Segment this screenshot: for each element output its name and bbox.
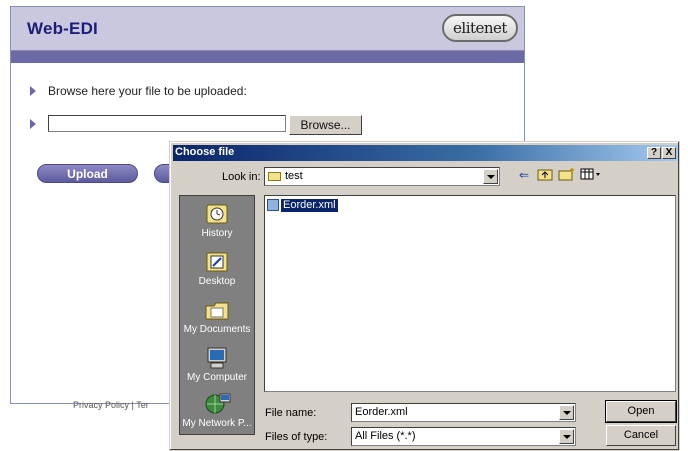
close-button[interactable]: X — [662, 147, 676, 159]
open-button[interactable]: Open — [605, 400, 677, 423]
look-in-dropdown[interactable]: test — [264, 167, 500, 186]
chevron-down-icon[interactable] — [559, 405, 574, 420]
file-name-value: Eorder.xml — [355, 406, 408, 418]
place-history[interactable]: History — [180, 202, 254, 239]
file-list[interactable]: Eorder.xml — [264, 195, 676, 392]
browse-button[interactable]: Browse... — [289, 115, 362, 135]
place-my-computer[interactable]: My Computer — [180, 346, 254, 383]
view-menu-icon[interactable] — [580, 167, 602, 183]
help-button[interactable]: ? — [647, 147, 661, 159]
place-my-documents[interactable]: My Documents — [180, 298, 254, 335]
file-name-label: File name: — [265, 407, 317, 419]
choose-file-dialog: Choose file ? X Look in: test ⇐ History … — [169, 141, 680, 451]
back-arrow-icon[interactable]: ⇐ — [515, 167, 533, 183]
file-type-value: All Files (*.*) — [355, 430, 416, 442]
file-type-label: Files of type: — [265, 431, 328, 443]
bullet-arrow-icon — [30, 119, 36, 129]
list-item[interactable]: Eorder.xml — [267, 198, 338, 212]
places-bar: History Desktop My Documents My Computer… — [179, 195, 255, 435]
dialog-titlebar[interactable]: Choose file ? X — [173, 145, 678, 161]
look-in-label: Look in: — [222, 171, 261, 183]
history-icon — [202, 202, 232, 226]
up-folder-icon[interactable] — [536, 167, 554, 183]
file-item-name: Eorder.xml — [281, 198, 338, 212]
place-label: My Computer — [186, 372, 247, 383]
browse-instruction: Browse here your file to be uploaded: — [48, 84, 247, 98]
dialog-title: Choose file — [175, 146, 235, 158]
my-computer-icon — [202, 346, 232, 370]
page-title: Web-EDI — [27, 19, 98, 38]
file-path-input[interactable] — [48, 115, 286, 132]
footer-links[interactable]: Privacy Policy | Ter — [73, 400, 149, 410]
look-in-value: test — [285, 170, 303, 182]
my-network-icon — [202, 392, 232, 416]
header-stripe — [11, 51, 524, 63]
bullet-arrow-icon — [30, 86, 36, 96]
place-label: Desktop — [198, 276, 236, 287]
chevron-down-icon[interactable] — [483, 169, 498, 184]
place-label: My Network P... — [182, 418, 252, 429]
place-label: History — [201, 228, 233, 239]
xml-file-icon — [267, 199, 279, 211]
place-desktop[interactable]: Desktop — [180, 250, 254, 287]
page-header: Web-EDI elitenet — [11, 7, 524, 51]
new-folder-icon[interactable] — [558, 167, 576, 183]
folder-icon — [268, 171, 281, 181]
upload-button[interactable]: Upload — [37, 164, 138, 183]
file-name-field[interactable]: Eorder.xml — [351, 403, 576, 422]
cancel-button[interactable]: Cancel — [606, 425, 676, 446]
chevron-down-icon[interactable] — [559, 429, 574, 444]
my-documents-icon — [202, 298, 232, 322]
place-my-network[interactable]: My Network P... — [180, 392, 254, 429]
desktop-icon — [202, 250, 232, 274]
file-type-dropdown[interactable]: All Files (*.*) — [351, 427, 576, 446]
elitenet-logo: elitenet — [442, 14, 518, 42]
place-label: My Documents — [183, 324, 251, 335]
